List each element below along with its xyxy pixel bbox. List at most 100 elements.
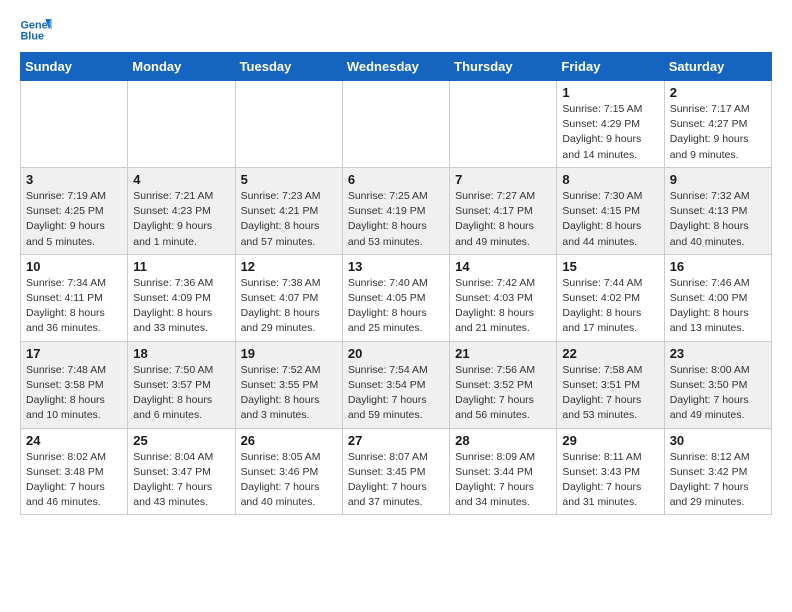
weekday-header-cell: Wednesday [342,53,449,81]
day-info: Sunrise: 7:38 AM Sunset: 4:07 PM Dayligh… [241,276,337,337]
day-number: 9 [670,172,766,187]
day-info: Sunrise: 7:25 AM Sunset: 4:19 PM Dayligh… [348,189,444,250]
day-info: Sunrise: 7:34 AM Sunset: 4:11 PM Dayligh… [26,276,122,337]
calendar-cell: 29 Sunrise: 8:11 AM Sunset: 3:43 PM Dayli… [557,428,664,515]
calendar-cell: 8 Sunrise: 7:30 AM Sunset: 4:15 PM Daylig… [557,167,664,254]
day-number: 14 [455,259,551,274]
day-number: 8 [562,172,658,187]
logo-icon: General Blue [20,16,52,44]
calendar-cell [21,81,128,168]
calendar-cell: 25 Sunrise: 8:04 AM Sunset: 3:47 PM Dayli… [128,428,235,515]
day-number: 17 [26,346,122,361]
day-number: 15 [562,259,658,274]
day-info: Sunrise: 7:19 AM Sunset: 4:25 PM Dayligh… [26,189,122,250]
day-number: 12 [241,259,337,274]
day-number: 10 [26,259,122,274]
day-info: Sunrise: 7:17 AM Sunset: 4:27 PM Dayligh… [670,102,766,163]
day-number: 26 [241,433,337,448]
day-info: Sunrise: 7:23 AM Sunset: 4:21 PM Dayligh… [241,189,337,250]
day-info: Sunrise: 8:09 AM Sunset: 3:44 PM Dayligh… [455,450,551,511]
calendar-cell [342,81,449,168]
day-info: Sunrise: 7:32 AM Sunset: 4:13 PM Dayligh… [670,189,766,250]
day-info: Sunrise: 7:27 AM Sunset: 4:17 PM Dayligh… [455,189,551,250]
calendar-cell [450,81,557,168]
calendar-cell: 9 Sunrise: 7:32 AM Sunset: 4:13 PM Daylig… [664,167,771,254]
calendar-cell: 3 Sunrise: 7:19 AM Sunset: 4:25 PM Daylig… [21,167,128,254]
day-info: Sunrise: 7:46 AM Sunset: 4:00 PM Dayligh… [670,276,766,337]
calendar: SundayMondayTuesdayWednesdayThursdayFrid… [20,52,772,515]
calendar-cell: 7 Sunrise: 7:27 AM Sunset: 4:17 PM Daylig… [450,167,557,254]
day-number: 25 [133,433,229,448]
day-info: Sunrise: 7:42 AM Sunset: 4:03 PM Dayligh… [455,276,551,337]
calendar-cell: 19 Sunrise: 7:52 AM Sunset: 3:55 PM Dayli… [235,341,342,428]
day-info: Sunrise: 8:07 AM Sunset: 3:45 PM Dayligh… [348,450,444,511]
calendar-cell [235,81,342,168]
svg-text:Blue: Blue [20,30,44,42]
day-info: Sunrise: 7:56 AM Sunset: 3:52 PM Dayligh… [455,363,551,424]
weekday-header-cell: Monday [128,53,235,81]
calendar-cell: 28 Sunrise: 8:09 AM Sunset: 3:44 PM Dayli… [450,428,557,515]
day-info: Sunrise: 8:11 AM Sunset: 3:43 PM Dayligh… [562,450,658,511]
calendar-week-row: 10 Sunrise: 7:34 AM Sunset: 4:11 PM Dayli… [21,254,772,341]
header: General Blue [20,16,772,44]
day-number: 7 [455,172,551,187]
calendar-cell: 14 Sunrise: 7:42 AM Sunset: 4:03 PM Dayli… [450,254,557,341]
calendar-cell [128,81,235,168]
day-number: 3 [26,172,122,187]
calendar-week-row: 3 Sunrise: 7:19 AM Sunset: 4:25 PM Daylig… [21,167,772,254]
day-info: Sunrise: 7:21 AM Sunset: 4:23 PM Dayligh… [133,189,229,250]
logo: General Blue [20,16,56,44]
day-number: 13 [348,259,444,274]
calendar-cell: 16 Sunrise: 7:46 AM Sunset: 4:00 PM Dayli… [664,254,771,341]
day-number: 5 [241,172,337,187]
calendar-cell: 30 Sunrise: 8:12 AM Sunset: 3:42 PM Dayli… [664,428,771,515]
day-info: Sunrise: 7:30 AM Sunset: 4:15 PM Dayligh… [562,189,658,250]
calendar-cell: 5 Sunrise: 7:23 AM Sunset: 4:21 PM Daylig… [235,167,342,254]
weekday-header-cell: Sunday [21,53,128,81]
calendar-cell: 20Sunrise: 7:54 AM Sunset: 3:54 PM Dayli… [342,341,449,428]
calendar-cell: 24Sunrise: 8:02 AM Sunset: 3:48 PM Dayli… [21,428,128,515]
weekday-header-cell: Friday [557,53,664,81]
day-number: 19 [241,346,337,361]
day-number: 1 [562,85,658,100]
calendar-cell: 27 Sunrise: 8:07 AM Sunset: 3:45 PM Dayli… [342,428,449,515]
calendar-cell: 23 Sunrise: 8:00 AM Sunset: 3:50 PM Dayli… [664,341,771,428]
calendar-body: 1 Sunrise: 7:15 AM Sunset: 4:29 PM Daylig… [21,81,772,515]
day-number: 29 [562,433,658,448]
day-info: Sunrise: 7:15 AM Sunset: 4:29 PM Dayligh… [562,102,658,163]
day-number: 2 [670,85,766,100]
day-info: Sunrise: 7:36 AM Sunset: 4:09 PM Dayligh… [133,276,229,337]
day-number: 28 [455,433,551,448]
calendar-cell: 26 Sunrise: 8:05 AM Sunset: 3:46 PM Dayli… [235,428,342,515]
day-number: 18 [133,346,229,361]
day-info: Sunrise: 7:52 AM Sunset: 3:55 PM Dayligh… [241,363,337,424]
weekday-header-cell: Saturday [664,53,771,81]
day-info: Sunrise: 8:02 AM Sunset: 3:48 PM Dayligh… [26,450,122,511]
day-info: Sunrise: 8:05 AM Sunset: 3:46 PM Dayligh… [241,450,337,511]
day-info: Sunrise: 7:50 AM Sunset: 3:57 PM Dayligh… [133,363,229,424]
calendar-week-row: 24Sunrise: 8:02 AM Sunset: 3:48 PM Dayli… [21,428,772,515]
day-number: 6 [348,172,444,187]
weekday-header-cell: Thursday [450,53,557,81]
weekday-header: SundayMondayTuesdayWednesdayThursdayFrid… [21,53,772,81]
day-number: 30 [670,433,766,448]
day-number: 23 [670,346,766,361]
day-info: Sunrise: 7:44 AM Sunset: 4:02 PM Dayligh… [562,276,658,337]
day-number: 16 [670,259,766,274]
day-info: Sunrise: 8:04 AM Sunset: 3:47 PM Dayligh… [133,450,229,511]
calendar-cell: 21Sunrise: 7:56 AM Sunset: 3:52 PM Dayli… [450,341,557,428]
day-number: 27 [348,433,444,448]
calendar-week-row: 17 Sunrise: 7:48 AM Sunset: 3:58 PM Dayli… [21,341,772,428]
day-info: Sunrise: 8:00 AM Sunset: 3:50 PM Dayligh… [670,363,766,424]
calendar-cell: 18 Sunrise: 7:50 AM Sunset: 3:57 PM Dayli… [128,341,235,428]
day-info: Sunrise: 8:12 AM Sunset: 3:42 PM Dayligh… [670,450,766,511]
calendar-cell: 6 Sunrise: 7:25 AM Sunset: 4:19 PM Daylig… [342,167,449,254]
page-container: General Blue SundayMondayTuesdayWednesda… [0,0,792,531]
day-info: Sunrise: 7:40 AM Sunset: 4:05 PM Dayligh… [348,276,444,337]
weekday-header-cell: Tuesday [235,53,342,81]
calendar-cell: 4Sunrise: 7:21 AM Sunset: 4:23 PM Daylig… [128,167,235,254]
day-number: 20 [348,346,444,361]
calendar-cell: 15 Sunrise: 7:44 AM Sunset: 4:02 PM Dayli… [557,254,664,341]
calendar-week-row: 1 Sunrise: 7:15 AM Sunset: 4:29 PM Daylig… [21,81,772,168]
day-info: Sunrise: 7:48 AM Sunset: 3:58 PM Dayligh… [26,363,122,424]
